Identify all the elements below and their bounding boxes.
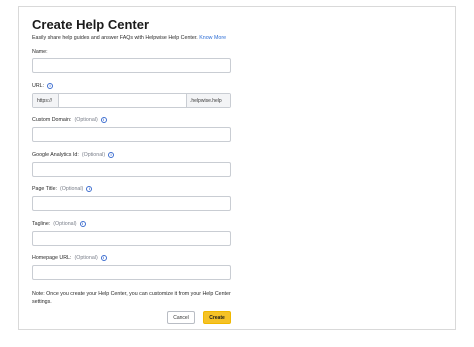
url-label-text: URL: [32,83,45,89]
url-prefix: https:// [33,94,59,107]
tagline-label: Tagline: (Optional) i [32,221,86,227]
google-analytics-label-text: Google Analytics Id: [32,152,79,158]
create-button[interactable]: Create [203,311,231,324]
info-icon[interactable]: i [47,83,54,89]
optional-tag: (Optional) [60,186,84,192]
url-input[interactable] [59,94,186,107]
name-label-text: Name: [32,49,48,55]
homepage-url-label: Homepage URL: (Optional) i [32,255,107,261]
cancel-button[interactable]: Cancel [167,311,195,324]
create-help-center-card: Create Help Center Easily share help gui… [18,6,456,330]
info-icon[interactable]: i [79,221,86,227]
page-title-label: Page Title: (Optional) i [32,186,93,192]
subtitle-text: Easily share help guides and answer FAQs… [32,35,198,41]
info-icon[interactable]: i [86,186,93,192]
url-label: URL: i [32,83,54,89]
custom-domain-input[interactable] [32,127,231,142]
info-icon[interactable]: i [108,152,115,158]
tagline-label-text: Tagline: [32,221,51,227]
page-title-input[interactable] [32,196,231,211]
google-analytics-label: Google Analytics Id: (Optional) i [32,152,115,158]
info-icon[interactable]: i [100,117,107,123]
url-field-group: https:// .helpwise.help [32,93,231,108]
name-label: Name: [32,49,48,55]
homepage-url-input[interactable] [32,265,231,280]
optional-tag: (Optional) [74,255,98,261]
optional-tag: (Optional) [74,117,98,123]
info-icon[interactable]: i [100,255,107,261]
optional-tag: (Optional) [81,152,106,158]
homepage-url-label-text: Homepage URL: [32,255,72,261]
know-more-link[interactable]: Know More [199,35,226,41]
url-suffix: .helpwise.help [186,94,230,107]
page-subtitle: Easily share help guides and answer FAQs… [32,35,226,41]
custom-domain-label-text: Custom Domain: [32,117,72,123]
custom-domain-label: Custom Domain: (Optional) i [32,117,107,123]
page-title-label-text: Page Title: [32,186,58,192]
optional-tag: (Optional) [53,221,77,227]
name-input[interactable] [32,58,231,73]
google-analytics-input[interactable] [32,162,231,177]
note-text: Note: Once you create your Help Center, … [32,291,231,305]
page-title: Create Help Center [32,17,150,32]
tagline-input[interactable] [32,231,231,246]
